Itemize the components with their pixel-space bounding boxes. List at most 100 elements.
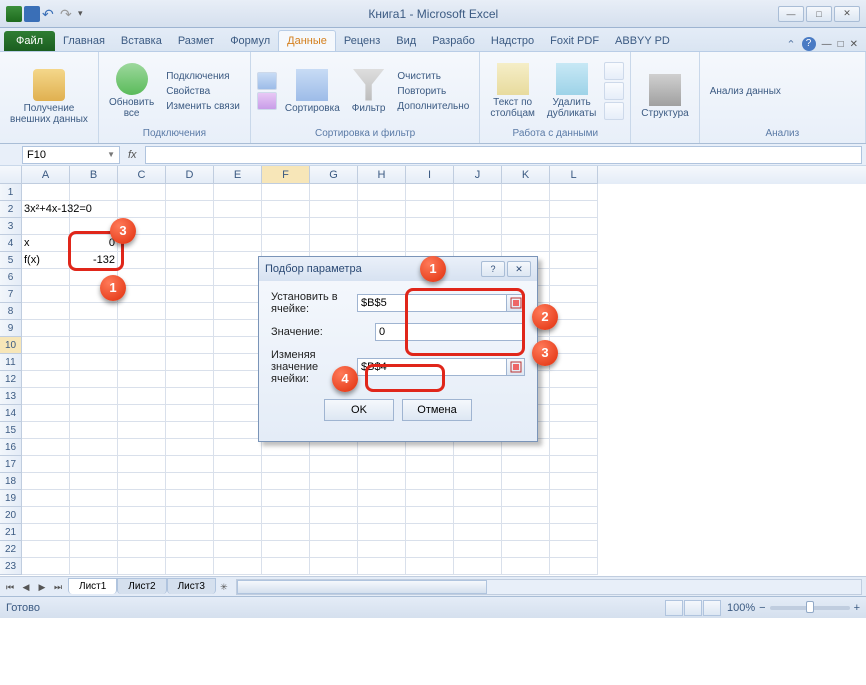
cell-L1[interactable] <box>550 184 598 201</box>
new-sheet-icon[interactable]: ✳ <box>216 579 232 595</box>
name-box-dropdown-icon[interactable]: ▼ <box>107 150 115 159</box>
cell-K20[interactable] <box>502 507 550 524</box>
cell-D2[interactable] <box>166 201 214 218</box>
row-15[interactable]: 15 <box>0 422 22 439</box>
cell-E8[interactable] <box>214 303 262 320</box>
help-icon[interactable]: ? <box>802 37 816 51</box>
sheet-tab-3[interactable]: Лист3 <box>167 578 216 594</box>
get-external-data-button[interactable]: Получение внешних данных <box>6 67 92 127</box>
page-layout-view-icon[interactable] <box>684 600 702 616</box>
tab-addins[interactable]: Надстро <box>483 31 542 51</box>
cell-I2[interactable] <box>406 201 454 218</box>
changing-cell-input[interactable] <box>357 358 507 376</box>
col-H[interactable]: H <box>358 166 406 184</box>
cell-J18[interactable] <box>454 473 502 490</box>
row-21[interactable]: 21 <box>0 524 22 541</box>
cell-E11[interactable] <box>214 354 262 371</box>
cell-C14[interactable] <box>118 405 166 422</box>
sort-button[interactable]: Сортировка <box>281 67 344 116</box>
cell-D5[interactable] <box>166 252 214 269</box>
cancel-button[interactable]: Отмена <box>402 399 472 421</box>
cell-H3[interactable] <box>358 218 406 235</box>
doc-min-icon[interactable]: — <box>822 39 832 50</box>
cell-D22[interactable] <box>166 541 214 558</box>
maximize-button[interactable]: □ <box>806 6 832 22</box>
cell-C11[interactable] <box>118 354 166 371</box>
row-6[interactable]: 6 <box>0 269 22 286</box>
cell-D7[interactable] <box>166 286 214 303</box>
cell-E2[interactable] <box>214 201 262 218</box>
cell-L3[interactable] <box>550 218 598 235</box>
cell-L4[interactable] <box>550 235 598 252</box>
cell-K17[interactable] <box>502 456 550 473</box>
cell-B2[interactable] <box>70 201 118 218</box>
cell-G1[interactable] <box>310 184 358 201</box>
cell-D12[interactable] <box>166 371 214 388</box>
edit-links-option[interactable]: Изменить связи <box>162 100 244 113</box>
cell-I17[interactable] <box>406 456 454 473</box>
cell-A14[interactable] <box>22 405 70 422</box>
cell-F1[interactable] <box>262 184 310 201</box>
tab-formulas[interactable]: Формул <box>222 31 278 51</box>
cell-D10[interactable] <box>166 337 214 354</box>
tab-foxit[interactable]: Foxit PDF <box>542 31 607 51</box>
row-13[interactable]: 13 <box>0 388 22 405</box>
cell-D20[interactable] <box>166 507 214 524</box>
cell-J22[interactable] <box>454 541 502 558</box>
tab-view[interactable]: Вид <box>388 31 424 51</box>
cell-A20[interactable] <box>22 507 70 524</box>
cell-E9[interactable] <box>214 320 262 337</box>
cell-D14[interactable] <box>166 405 214 422</box>
cell-D15[interactable] <box>166 422 214 439</box>
col-C[interactable]: C <box>118 166 166 184</box>
col-B[interactable]: B <box>70 166 118 184</box>
remove-duplicates-button[interactable]: Удалить дубликаты <box>543 61 600 121</box>
cell-D9[interactable] <box>166 320 214 337</box>
cell-A16[interactable] <box>22 439 70 456</box>
cell-A9[interactable] <box>22 320 70 337</box>
cell-E20[interactable] <box>214 507 262 524</box>
close-button[interactable]: ✕ <box>834 6 860 22</box>
cell-G19[interactable] <box>310 490 358 507</box>
cell-K21[interactable] <box>502 524 550 541</box>
cell-B23[interactable] <box>70 558 118 575</box>
cell-H4[interactable] <box>358 235 406 252</box>
cell-I3[interactable] <box>406 218 454 235</box>
col-K[interactable]: K <box>502 166 550 184</box>
cell-E7[interactable] <box>214 286 262 303</box>
cell-E18[interactable] <box>214 473 262 490</box>
cell-J17[interactable] <box>454 456 502 473</box>
cell-K4[interactable] <box>502 235 550 252</box>
qat-dropdown-icon[interactable]: ▾ <box>78 8 83 19</box>
row-2[interactable]: 2 <box>0 201 22 218</box>
row-7[interactable]: 7 <box>0 286 22 303</box>
cell-E15[interactable] <box>214 422 262 439</box>
cell-A8[interactable] <box>22 303 70 320</box>
cell-A1[interactable] <box>22 184 70 201</box>
row-14[interactable]: 14 <box>0 405 22 422</box>
cell-D1[interactable] <box>166 184 214 201</box>
cell-E1[interactable] <box>214 184 262 201</box>
cell-B21[interactable] <box>70 524 118 541</box>
cell-L12[interactable] <box>550 371 598 388</box>
name-box[interactable]: F10 ▼ <box>22 146 120 164</box>
cell-L13[interactable] <box>550 388 598 405</box>
cell-J2[interactable] <box>454 201 502 218</box>
cell-F21[interactable] <box>262 524 310 541</box>
cell-D8[interactable] <box>166 303 214 320</box>
cell-C10[interactable] <box>118 337 166 354</box>
cell-B15[interactable] <box>70 422 118 439</box>
zoom-out-icon[interactable]: − <box>759 602 765 614</box>
cell-A19[interactable] <box>22 490 70 507</box>
cell-D6[interactable] <box>166 269 214 286</box>
cell-I18[interactable] <box>406 473 454 490</box>
col-F[interactable]: F <box>262 166 310 184</box>
filter-button[interactable]: Фильтр <box>348 67 390 116</box>
cell-J21[interactable] <box>454 524 502 541</box>
cell-G18[interactable] <box>310 473 358 490</box>
formula-input[interactable] <box>145 146 862 164</box>
cell-K19[interactable] <box>502 490 550 507</box>
cell-G4[interactable] <box>310 235 358 252</box>
row-18[interactable]: 18 <box>0 473 22 490</box>
cell-C22[interactable] <box>118 541 166 558</box>
